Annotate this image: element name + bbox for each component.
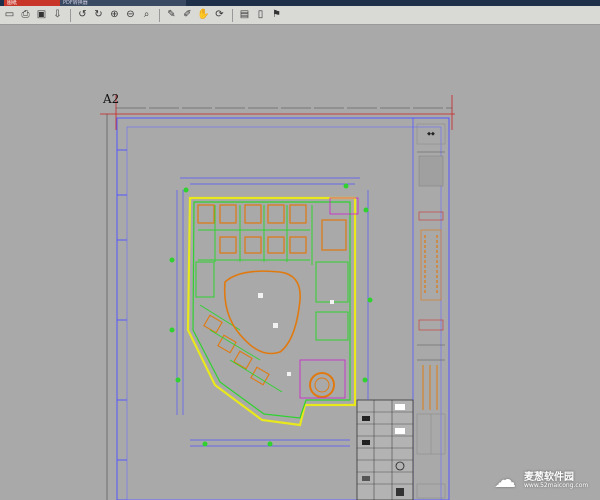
watermark-name: 麦葱软件园 (524, 472, 574, 483)
toolbar-separator (159, 8, 160, 22)
central-oval (223, 270, 301, 355)
cloud-icon: ☁ (494, 468, 516, 493)
svg-text:◆◆: ◆◆ (427, 131, 435, 137)
print-icon[interactable]: ⎙ (18, 8, 33, 23)
sheet-size-label: A2 (103, 92, 120, 106)
watermark: ☁ 麦葱软件园 www.52maicong.com (494, 466, 594, 496)
export-icon[interactable]: ⇩ (50, 8, 65, 23)
zoom-fit-icon[interactable]: ⌕ (139, 8, 154, 23)
legend-table (356, 399, 414, 500)
bookmark-icon[interactable]: ⚑ (269, 8, 284, 23)
title-block: ◆◆ (412, 117, 450, 500)
toolbar-separator (232, 8, 233, 22)
zoom-in-icon[interactable]: ⊕ (107, 8, 122, 23)
rotate-right-icon[interactable]: ↻ (91, 8, 106, 23)
refresh-icon[interactable]: ⟳ (212, 8, 227, 23)
save-icon[interactable]: ▣ (34, 8, 49, 23)
open-icon[interactable]: ▭ (2, 8, 17, 23)
zoom-out-icon[interactable]: ⊖ (123, 8, 138, 23)
layers-icon[interactable]: ▤ (237, 8, 252, 23)
toolbar: ▭ ⎙ ▣ ⇩ ↺ ↻ ⊕ ⊖ ⌕ ✎ ✐ ✋ ⟳ ▤ ▯ ⚑ (0, 6, 600, 25)
watermark-url: www.52maicong.com (524, 482, 589, 489)
drawing-canvas[interactable]: ◆◆ A2 (0, 26, 600, 500)
marker-icon[interactable]: ✐ (180, 8, 195, 23)
toolbar-separator (70, 8, 71, 22)
cad-drawing: ◆◆ (100, 95, 455, 500)
pan-icon[interactable]: ✋ (196, 8, 211, 23)
sheet-crop-marks (100, 95, 455, 130)
pen-icon[interactable]: ✎ (164, 8, 179, 23)
rotate-left-icon[interactable]: ↺ (75, 8, 90, 23)
floor-plan (186, 196, 359, 427)
page-icon[interactable]: ▯ (253, 8, 268, 23)
